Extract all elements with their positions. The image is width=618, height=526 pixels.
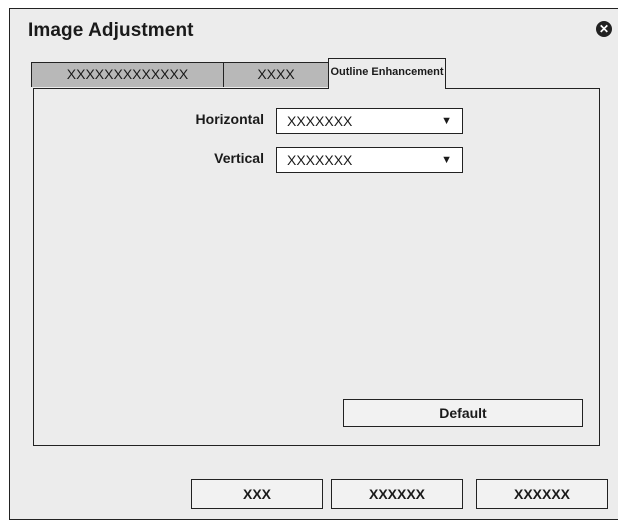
tab-1-label: XXXXXXXXXXXXX [66, 66, 189, 82]
horizontal-label: Horizontal [195, 111, 264, 127]
dialog-title: Image Adjustment [28, 20, 194, 41]
tab-2[interactable]: XXXX [223, 62, 329, 87]
chevron-down-icon: ▼ [441, 154, 452, 166]
tab-panel-outline-enhancement: Horizontal XXXXXXX ▼ Vertical XXXXXXX ▼ … [33, 88, 600, 446]
footer-button-2[interactable]: XXXXXX [331, 479, 463, 509]
horizontal-select-value: XXXXXXX [287, 113, 353, 129]
default-button[interactable]: Default [343, 399, 583, 427]
chevron-down-icon: ▼ [441, 115, 452, 127]
tab-outline-enhancement[interactable]: Outline Enhancement [328, 58, 446, 89]
vertical-label: Vertical [214, 150, 264, 166]
vertical-select-value: XXXXXXX [287, 152, 353, 168]
footer-button-3[interactable]: XXXXXX [476, 479, 608, 509]
footer-button-1[interactable]: XXX [191, 479, 323, 509]
tab-2-label: XXXX [257, 66, 295, 82]
tab-1[interactable]: XXXXXXXXXXXXX [31, 62, 224, 87]
title-bar: Image Adjustment ✕ [10, 9, 618, 49]
vertical-select[interactable]: XXXXXXX ▼ [276, 147, 463, 173]
tab-outline-enhancement-label: Outline Enhancement [330, 66, 444, 78]
close-icon[interactable]: ✕ [596, 21, 612, 37]
horizontal-select[interactable]: XXXXXXX ▼ [276, 108, 463, 134]
image-adjustment-dialog: Image Adjustment ✕ XXXXXXXXXXXXX XXXX Ou… [9, 8, 618, 520]
